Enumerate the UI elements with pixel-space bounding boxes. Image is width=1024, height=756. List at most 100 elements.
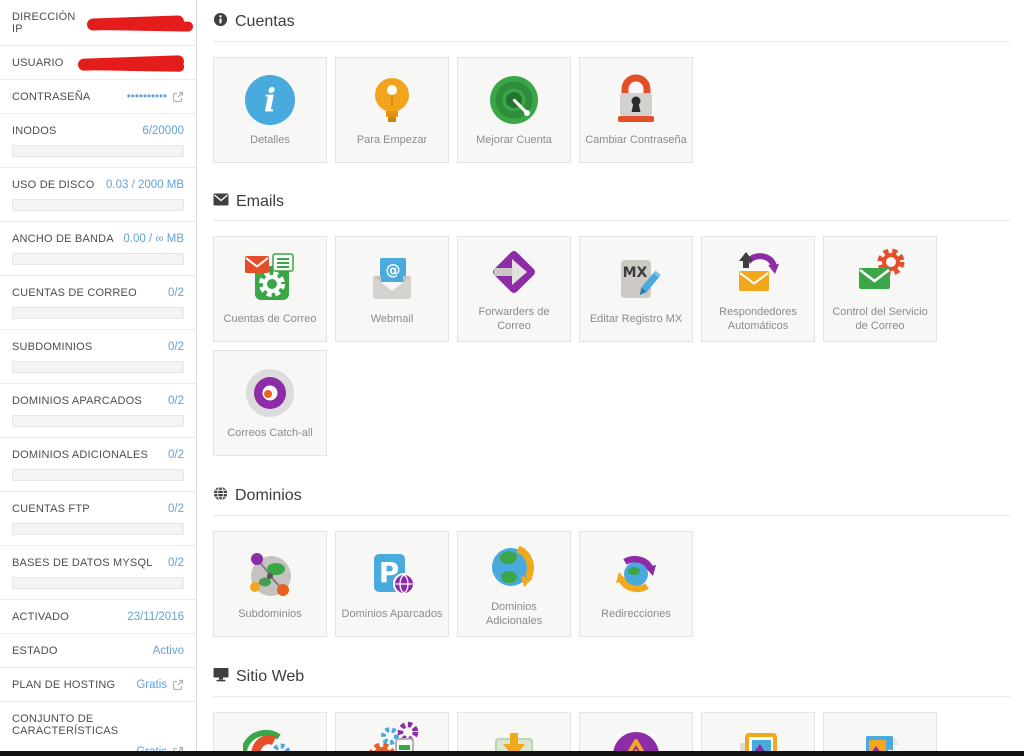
- card-plantillas[interactable]: Plantillas de Sitios: [701, 712, 815, 756]
- card-control-servicio[interactable]: Control del Servicio de Correo: [823, 236, 937, 342]
- details-icon: i: [243, 73, 297, 127]
- parked-domains-icon: P: [365, 547, 419, 601]
- stat-label: ANCHO DE BANDA: [12, 233, 114, 245]
- info-circle-icon: [213, 12, 228, 32]
- stat-value: 0.03 / 2000 MB: [106, 179, 184, 191]
- card-label: Dominios Aparcados: [338, 608, 447, 622]
- section-cuentas: Cuentas i Detalles Para Empezar Mejorar …: [213, 6, 1010, 163]
- stat-value: Gratis: [136, 679, 167, 691]
- stat-label: SUBDOMINIOS: [12, 341, 92, 353]
- usage-bar: [12, 523, 184, 535]
- card-mejorar-cuenta[interactable]: Mejorar Cuenta: [457, 57, 571, 163]
- card-label: Editar Registro MX: [586, 313, 686, 327]
- webmail-icon: @: [365, 252, 419, 306]
- stat-disk-usage: USO DE DISCO 0.03 / 2000 MB: [0, 168, 196, 222]
- card-dominios-aparcados[interactable]: P Dominios Aparcados: [335, 531, 449, 637]
- card-label: Forwarders de Correo: [458, 306, 570, 334]
- stat-parked-domains: DOMINIOS APARCADOS 0/2: [0, 384, 196, 438]
- stat-label: ESTADO: [12, 645, 58, 657]
- card-label: Para Empezar: [353, 134, 431, 148]
- card-catch-all[interactable]: Correos Catch-all: [213, 350, 327, 456]
- card-label: Dominios Adicionales: [458, 601, 570, 629]
- subdomains-icon: [243, 547, 297, 601]
- stat-value: 0/2: [168, 341, 184, 353]
- stat-label: CONJUNTO DE CARACTERÍSTICAS: [12, 713, 184, 737]
- stat-value: 0/2: [168, 503, 184, 515]
- status-badge: Activo: [153, 645, 184, 657]
- usage-bar: [12, 145, 184, 157]
- card-label: Mejorar Cuenta: [472, 134, 556, 148]
- svg-text:MX: MX: [623, 265, 648, 281]
- card-grid: Creador de Sitios Instalador Automático …: [213, 712, 1010, 756]
- card-editar-mx[interactable]: MX Editar Registro MX: [579, 236, 693, 342]
- card-para-empezar[interactable]: Para Empezar: [335, 57, 449, 163]
- section-title: Cuentas: [235, 13, 295, 31]
- stat-subdomains: SUBDOMINIOS 0/2: [0, 330, 196, 384]
- stat-label: PLAN DE HOSTING: [12, 679, 115, 691]
- account-stats-sidebar: DIRECCIÓN IP USUARIO CONTRASEÑA ••••••••…: [0, 0, 197, 756]
- stat-activated-date: ACTIVADO 23/11/2016: [0, 600, 196, 634]
- card-respondedores[interactable]: Respondedores Automáticos: [701, 236, 815, 342]
- card-paginas-error[interactable]: Páginas de Error: [579, 712, 693, 756]
- card-webmail[interactable]: @ Webmail: [335, 236, 449, 342]
- stat-ip-address: DIRECCIÓN IP: [0, 0, 196, 46]
- stat-email-accounts: CUENTAS DE CORREO 0/2: [0, 276, 196, 330]
- stat-addon-domains: DOMINIOS ADICIONALES 0/2: [0, 438, 196, 492]
- card-grid: i Detalles Para Empezar Mejorar Cuenta C…: [213, 57, 1010, 163]
- card-subdominios[interactable]: Subdominios: [213, 531, 327, 637]
- email-accounts-icon: [243, 252, 297, 306]
- stat-value: 6/20000: [142, 125, 184, 137]
- gauge-icon: [487, 73, 541, 127]
- stat-label: INODOS: [12, 125, 57, 137]
- stat-password: CONTRASEÑA ••••••••••: [0, 80, 196, 114]
- card-detalles[interactable]: i Detalles: [213, 57, 327, 163]
- card-dominios-adicionales[interactable]: Dominios Adicionales: [457, 531, 571, 637]
- stat-value: ••••••••••: [127, 91, 167, 103]
- section-header: Cuentas: [213, 6, 1010, 42]
- card-label: Cambiar Contraseña: [581, 134, 691, 148]
- card-analizar-sitio[interactable]: Analizar Sitio: [823, 712, 937, 756]
- svg-text:@: @: [386, 261, 401, 279]
- usage-bar: [12, 577, 184, 589]
- card-forwarders[interactable]: Forwarders de Correo: [457, 236, 571, 342]
- card-importar-sitio[interactable]: Importar Sitio: [457, 712, 571, 756]
- usage-bar: [12, 415, 184, 427]
- catch-all-icon: [243, 366, 297, 420]
- stat-label: DIRECCIÓN IP: [12, 11, 83, 35]
- stat-label: DOMINIOS APARCADOS: [12, 395, 142, 407]
- stat-label: CUENTAS FTP: [12, 503, 90, 515]
- usage-bar: [12, 307, 184, 319]
- stat-value: 0.00 / ∞ MB: [123, 233, 184, 245]
- section-sitio-web: Sitio Web Creador de Sitios Instalador A…: [213, 661, 1010, 756]
- stat-label: CUENTAS DE CORREO: [12, 287, 137, 299]
- usage-bar: [12, 199, 184, 211]
- stat-value: 0/2: [168, 449, 184, 461]
- mail-service-icon: [853, 245, 907, 299]
- external-link-icon[interactable]: [172, 91, 184, 103]
- section-title: Emails: [236, 193, 284, 211]
- stat-hosting-plan: PLAN DE HOSTING Gratis: [0, 668, 196, 702]
- stat-status: ESTADO Activo: [0, 634, 196, 668]
- stat-value: 0/2: [168, 395, 184, 407]
- card-cuentas-de-correo[interactable]: Cuentas de Correo: [213, 236, 327, 342]
- stat-value: 0/2: [168, 287, 184, 299]
- main-content: Cuentas i Detalles Para Empezar Mejorar …: [198, 0, 1024, 756]
- card-grid: Cuentas de Correo @ Webmail Forwarders d…: [213, 236, 1010, 456]
- monitor-icon: [213, 667, 229, 687]
- card-instalador[interactable]: Instalador Automático: [335, 712, 449, 756]
- card-cambiar-contrasena[interactable]: Cambiar Contraseña: [579, 57, 693, 163]
- card-label: Correos Catch-all: [223, 427, 317, 441]
- section-dominios: Dominios Subdominios P Dominios Aparcado…: [213, 480, 1010, 637]
- stat-label: BASES DE DATOS MYSQL: [12, 557, 153, 569]
- redaction-scribble: [87, 15, 184, 30]
- card-creador-sitios[interactable]: Creador de Sitios: [213, 712, 327, 756]
- stat-feature-set: CONJUNTO DE CARACTERÍSTICAS Gratis: [0, 702, 196, 756]
- usage-bar: [12, 469, 184, 481]
- mx-record-icon: MX: [609, 252, 663, 306]
- stat-label: USUARIO: [12, 57, 64, 69]
- stat-value: 23/11/2016: [127, 611, 184, 623]
- external-link-icon[interactable]: [172, 679, 184, 691]
- usage-bar: [12, 361, 184, 373]
- addon-domains-icon: [487, 540, 541, 594]
- card-redirecciones[interactable]: Redirecciones: [579, 531, 693, 637]
